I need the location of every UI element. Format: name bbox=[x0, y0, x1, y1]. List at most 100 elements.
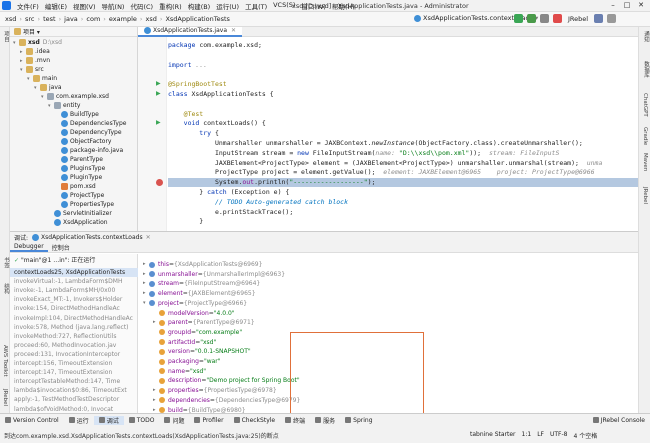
menu-item[interactable]: 构建(B) bbox=[185, 1, 214, 11]
left-tool-window-button[interactable]: 项目 bbox=[2, 31, 10, 42]
tree-item[interactable]: PluginsType bbox=[55, 164, 105, 173]
run-gutter-icon[interactable]: ▶ bbox=[156, 90, 161, 97]
stack-frame[interactable]: invokeMethod:727, ReflectionUtils bbox=[14, 332, 136, 341]
project-panel-header[interactable]: 项目 ▾ bbox=[10, 27, 137, 37]
tool-window-tab[interactable]: Version Control bbox=[0, 417, 64, 424]
breadcrumb-item[interactable]: xsd bbox=[144, 15, 159, 23]
variable-row[interactable]: name = "xsd" bbox=[153, 367, 206, 376]
variable-row[interactable]: ▸ stream = {FileInputStream@6964} bbox=[143, 279, 260, 288]
right-tool-window-button[interactable]: Maven bbox=[642, 153, 648, 171]
tool-window-tab[interactable]: JRebel Console bbox=[588, 417, 650, 424]
debug-config-tab[interactable]: XsdApplicationTests.contextLoads bbox=[41, 234, 143, 241]
stack-frame[interactable]: proceed:60, MethodInvocation.jav bbox=[14, 341, 136, 350]
stack-frame[interactable]: apply:-1, TestMethodTestDescriptor bbox=[14, 395, 136, 404]
stack-frame[interactable]: invokeVirtual:-1, LambdaForm$DMH bbox=[14, 277, 136, 286]
breadcrumb-item[interactable]: java bbox=[62, 15, 80, 23]
breadcrumb-item[interactable]: test bbox=[41, 15, 57, 23]
status-widget[interactable]: 4 个空格 bbox=[573, 431, 597, 440]
variable-row[interactable]: ▸ dependencies = {DependenciesType@6979} bbox=[153, 396, 300, 405]
stack-frame[interactable]: interceptTestableMethod:147, Time bbox=[14, 377, 136, 386]
breadcrumb-item[interactable]: com bbox=[84, 15, 102, 23]
stack-frame[interactable]: contextLoads25, XsdApplicationTests bbox=[10, 268, 138, 277]
tab-debugger[interactable]: Debugger bbox=[10, 243, 48, 252]
tree-item[interactable]: ▾ entity bbox=[48, 101, 80, 110]
variable-row[interactable]: artifactId = "xsd" bbox=[153, 338, 216, 347]
breadcrumb-item[interactable]: xsd bbox=[3, 15, 18, 23]
search-everywhere-icon[interactable] bbox=[594, 14, 604, 23]
breakpoint-icon[interactable] bbox=[156, 179, 163, 187]
status-widget[interactable]: 1:1 bbox=[522, 431, 532, 440]
close-tab-icon[interactable]: ✕ bbox=[146, 234, 151, 241]
stack-frame[interactable]: invoke:-1, LambdaForm$MH/0x00 bbox=[14, 286, 136, 295]
settings-icon[interactable] bbox=[607, 14, 617, 23]
variable-row[interactable]: packaging = "war" bbox=[153, 357, 221, 366]
variable-row[interactable]: ▸ parent = {ParentType@6971} bbox=[153, 318, 255, 327]
variable-row[interactable]: ▸ properties = {PropertiesType@6978} bbox=[153, 386, 277, 395]
tree-item[interactable]: PluginType bbox=[55, 173, 102, 182]
close-tab-icon[interactable]: ✕ bbox=[231, 27, 236, 34]
stack-frame[interactable]: invokeImpl:104, DirectMethodHandleAc bbox=[14, 314, 136, 323]
status-widget[interactable]: LF bbox=[537, 431, 544, 440]
status-widget[interactable]: tabnine Starter bbox=[470, 431, 516, 440]
variable-row[interactable]: ▸ unmarshaller = {UnmarshallerImpl@6963} bbox=[143, 270, 285, 279]
menu-item[interactable]: 视图(V) bbox=[70, 1, 99, 11]
menu-item[interactable]: 工具(T) bbox=[242, 1, 270, 11]
variable-row[interactable]: ▸ element = {JAXBElement@6965} bbox=[143, 289, 256, 298]
left-tool-window-button[interactable]: 书签 bbox=[2, 257, 10, 268]
right-tool-window-button[interactable]: 数据库 bbox=[642, 61, 650, 78]
left-tool-window-button[interactable]: AWS Toolkit bbox=[2, 345, 8, 377]
menu-item[interactable]: 编辑(E) bbox=[42, 1, 70, 11]
right-tool-window-button[interactable]: 通知 bbox=[642, 31, 650, 42]
variable-row[interactable]: description = "Demo project for Spring B… bbox=[153, 376, 300, 385]
tree-item[interactable]: DependenciesType bbox=[55, 119, 126, 128]
close-icon[interactable]: ✕ bbox=[634, 1, 648, 9]
stop-icon[interactable] bbox=[553, 14, 562, 23]
coverage-icon[interactable] bbox=[540, 14, 549, 23]
tree-item[interactable]: pom.xsd bbox=[55, 182, 96, 191]
tree-item[interactable]: ▾ xsd D:\xsd bbox=[13, 38, 62, 47]
left-tool-window-button[interactable]: JRebel bbox=[2, 389, 8, 406]
run-gutter-icon[interactable]: ▶ bbox=[156, 119, 161, 126]
debug-icon[interactable] bbox=[527, 14, 536, 23]
tree-item[interactable]: XsdApplication bbox=[48, 218, 108, 227]
tree-item[interactable]: ProjectType bbox=[55, 191, 104, 200]
variable-row[interactable]: modelVersion = "4.0.0" bbox=[153, 309, 235, 318]
stack-frame[interactable]: proceed:131, InvocationInterceptor bbox=[14, 350, 136, 359]
status-widget[interactable]: UTF-8 bbox=[550, 431, 568, 440]
jrebel-label[interactable]: JRebel bbox=[568, 15, 588, 23]
run-gutter-icon[interactable]: ▶ bbox=[156, 80, 161, 87]
variable-row[interactable]: version = "0.0.1-SNAPSHOT" bbox=[153, 347, 251, 356]
menu-item[interactable]: 代码(C) bbox=[127, 1, 156, 11]
tree-item[interactable]: ObjectFactory bbox=[55, 137, 111, 146]
tree-item[interactable]: ▾ main bbox=[27, 74, 57, 83]
tool-window-tab[interactable]: 终端 bbox=[280, 416, 310, 425]
stack-frame[interactable]: invoke:578, Method (java.lang.reflect) bbox=[14, 323, 136, 332]
maximize-icon[interactable]: □ bbox=[620, 1, 634, 9]
tool-window-tab[interactable]: 运行 bbox=[64, 416, 94, 425]
breadcrumb-item[interactable]: example bbox=[107, 15, 139, 23]
stack-frame[interactable]: intercept:156, TimeoutExtension bbox=[14, 359, 136, 368]
tool-window-tab[interactable]: TODO bbox=[124, 417, 160, 424]
tool-window-tab[interactable]: 服务 bbox=[310, 416, 340, 425]
tree-item[interactable]: ▸ .idea bbox=[20, 47, 50, 56]
breadcrumb-item[interactable]: src bbox=[23, 15, 37, 23]
variable-row[interactable]: groupId = "com.example" bbox=[153, 328, 242, 337]
tool-window-tab[interactable]: 问题 bbox=[159, 416, 189, 425]
variable-row[interactable]: ▾ project = {ProjectType@6966} bbox=[143, 299, 247, 308]
run-icon[interactable] bbox=[514, 14, 523, 23]
tree-item[interactable]: PropertiesType bbox=[55, 200, 114, 209]
minimize-icon[interactable]: – bbox=[606, 1, 620, 9]
tool-window-tab[interactable]: Spring bbox=[340, 417, 377, 424]
tool-window-tab[interactable]: CheckStyle bbox=[229, 417, 281, 424]
right-tool-window-button[interactable]: Gradle bbox=[642, 127, 648, 145]
variable-row[interactable]: ▸ this = {XsdApplicationTests@6969} bbox=[143, 260, 262, 269]
tree-item[interactable]: ▾ com.example.xsd bbox=[41, 92, 109, 101]
left-tool-window-button[interactable]: 结构 bbox=[2, 283, 10, 294]
tab-console[interactable]: 控制台 bbox=[48, 243, 74, 252]
tree-item[interactable]: DependencyType bbox=[55, 128, 122, 137]
stack-frame[interactable]: invokeExact_MT:-1, Invokers$Holder bbox=[14, 295, 136, 304]
tree-item[interactable]: package-info.java bbox=[55, 146, 123, 155]
stack-frame[interactable]: intercept:147, TimeoutExtension bbox=[14, 368, 136, 377]
editor-gutter[interactable]: ▶ ▶ ▶ bbox=[138, 37, 167, 231]
stack-frame[interactable]: lambda$invocation$0:86, TimeoutExt bbox=[14, 386, 136, 395]
